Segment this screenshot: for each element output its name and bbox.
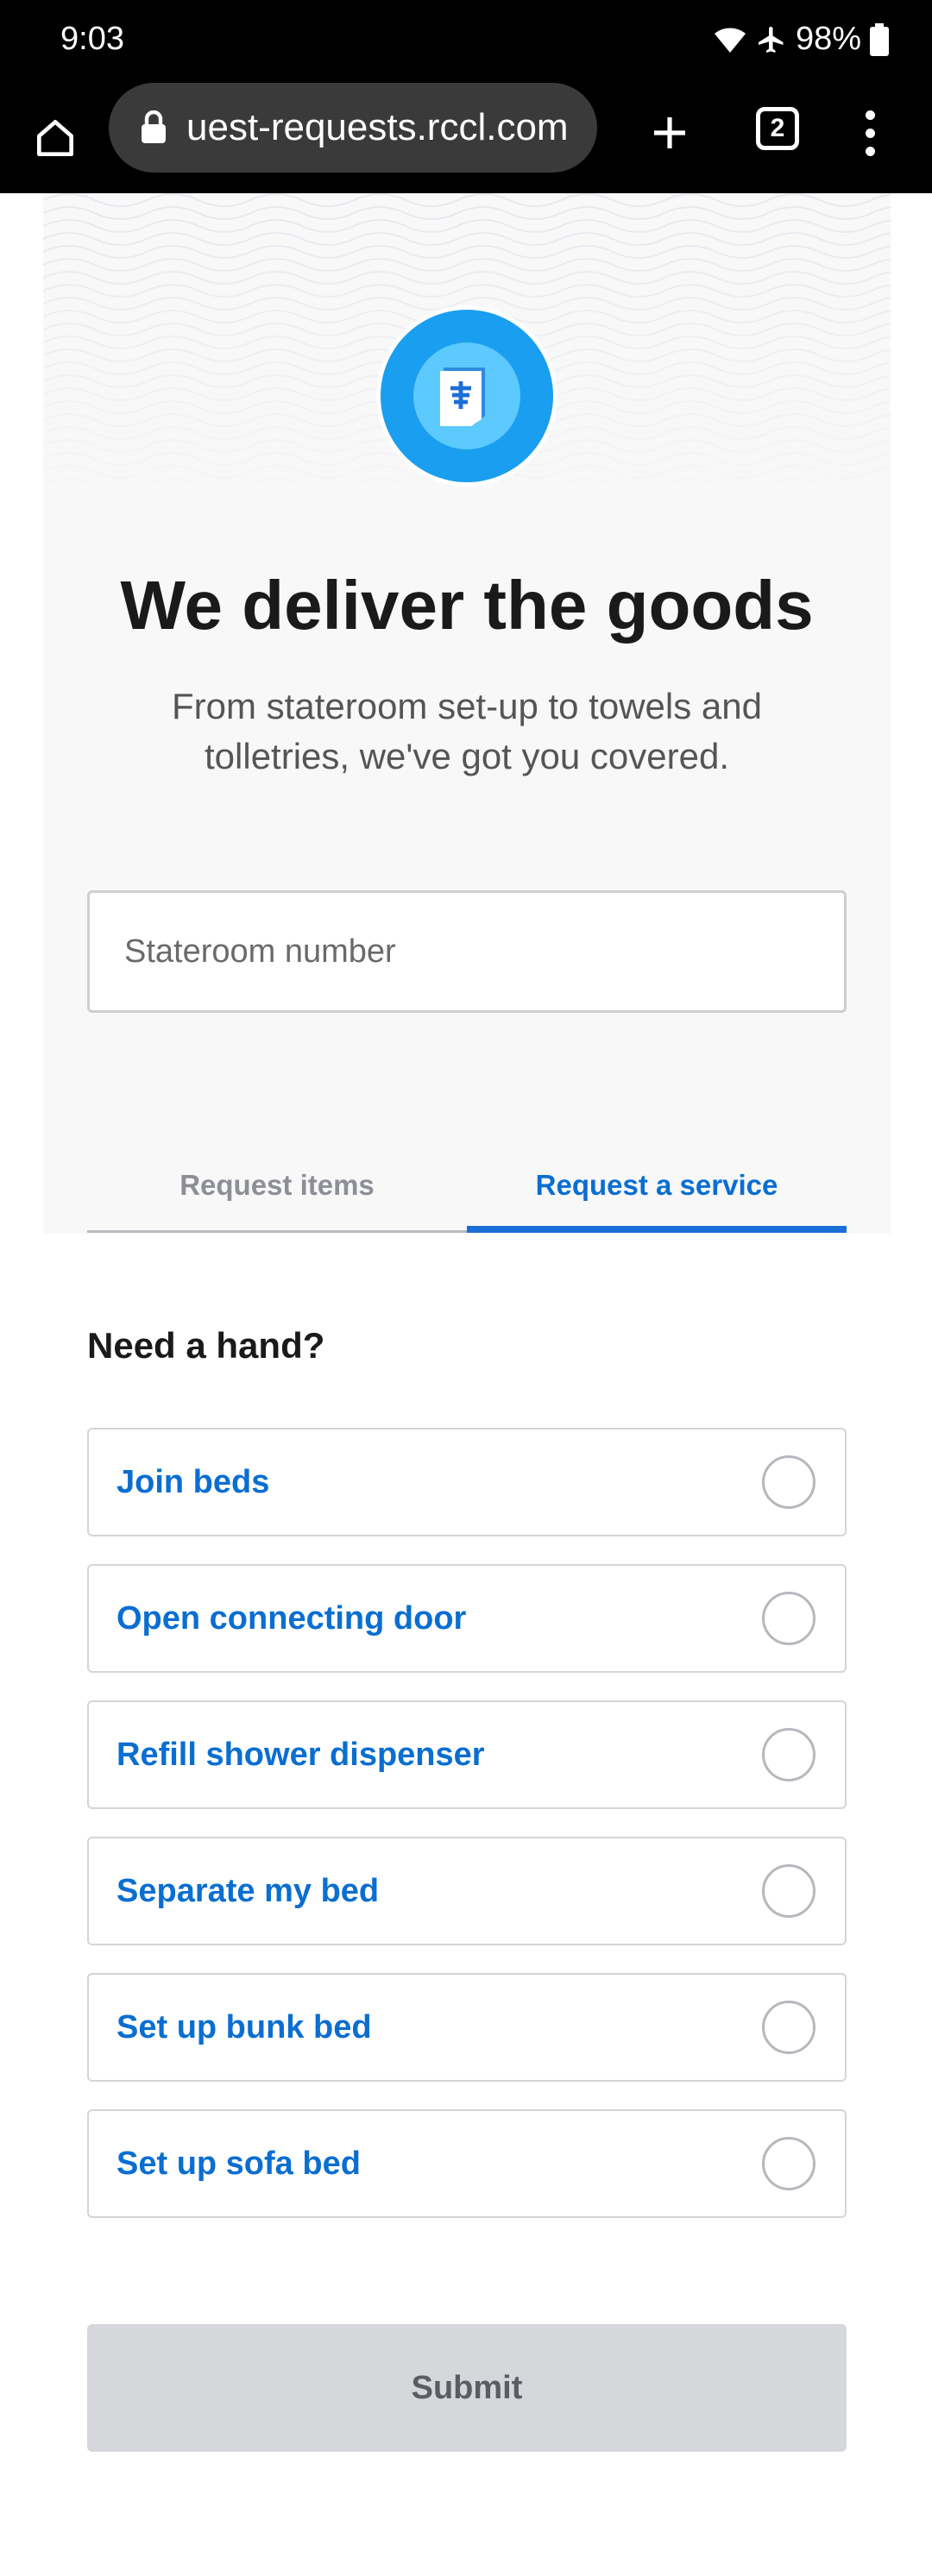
wifi-icon [714,27,746,53]
new-tab-button[interactable] [639,102,701,164]
home-button[interactable] [24,107,86,169]
submit-button[interactable]: Submit [87,2324,847,2452]
tab-request-items[interactable]: Request items [87,1155,467,1233]
service-list: Join beds Open connecting door Refill sh… [87,1428,847,2246]
radio-button[interactable] [762,2001,816,2054]
tab-count: 2 [770,114,785,142]
url-text: uest-requests.rccl.com [186,106,569,148]
service-label: Separate my bed [116,1872,380,1909]
home-icon [37,120,73,157]
radio-button[interactable] [762,2137,816,2190]
tab-request-a-service[interactable]: Request a service [467,1155,847,1233]
service-label: Join beds [116,1463,270,1500]
service-option-refill-shower-dispenser[interactable]: Refill shower dispenser [87,1700,847,1809]
ship-logo-badge [376,305,557,487]
service-label: Refill shower dispenser [116,1736,485,1773]
status-time: 9:03 [60,21,124,57]
tabs-button[interactable]: 2 [756,107,799,150]
radio-button[interactable] [762,1592,816,1645]
radio-button[interactable] [762,1728,816,1781]
more-vert-icon[interactable] [846,102,894,164]
page-title: We deliver the goods [120,567,814,644]
service-option-separate-my-bed[interactable]: Separate my bed [87,1837,847,1945]
radio-button[interactable] [762,1864,816,1918]
service-option-join-beds[interactable]: Join beds [87,1428,847,1536]
status-icons: 98% [713,21,889,58]
section-heading: Need a hand? [87,1325,325,1366]
airplane-icon [758,26,784,53]
url-bar[interactable]: uest-requests.rccl.com [109,83,597,173]
browser-toolbar: uest-requests.rccl.com 2 [0,83,932,193]
service-option-set-up-bunk-bed[interactable]: Set up bunk bed [87,1973,847,2082]
lock-icon [142,110,166,143]
plus-icon [654,117,685,148]
battery-icon [870,22,889,56]
stateroom-number-input[interactable] [87,890,847,1013]
service-label: Set up bunk bed [116,2008,372,2045]
service-label: Set up sofa bed [116,2145,361,2182]
service-label: Open connecting door [116,1599,467,1637]
status-bar: 9:03 98% [0,0,932,83]
service-option-set-up-sofa-bed[interactable]: Set up sofa bed [87,2109,847,2218]
page-subtitle: From stateroom set-up to towels and toll… [172,686,762,776]
battery-percentage: 98% [795,21,861,57]
service-option-open-connecting-door[interactable]: Open connecting door [87,1564,847,1673]
ship-logo-icon [440,368,485,426]
hero-section: We deliver the goods From stateroom set-… [43,193,891,1234]
radio-button[interactable] [762,1455,816,1509]
